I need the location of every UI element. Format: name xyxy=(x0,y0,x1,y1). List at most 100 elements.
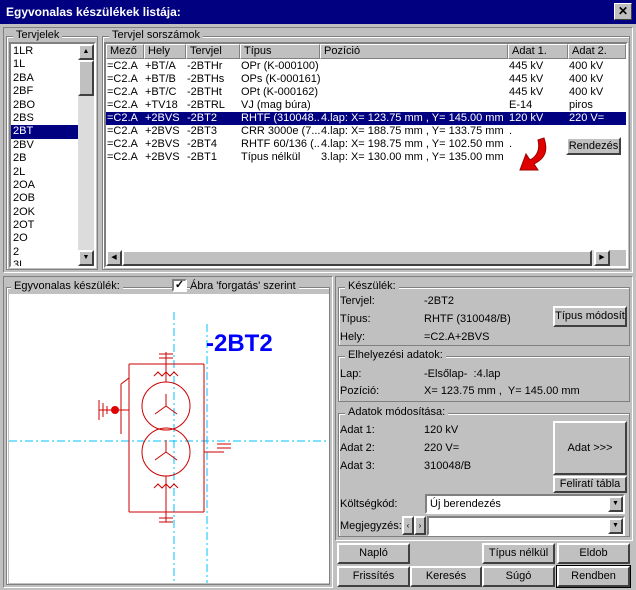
tipus-nelkul-button[interactable]: Típus nélkül xyxy=(482,543,555,564)
sugo-button[interactable]: Súgó xyxy=(482,566,555,587)
table-cell: OPs (K-000161) xyxy=(241,73,320,85)
sorszamok-grid[interactable]: Mező Hely Tervjel Típus Pozíció Adat 1. Adat 2… xyxy=(104,42,628,268)
scroll-left-icon[interactable]: ◀ xyxy=(106,250,122,266)
list-item[interactable]: 2OK xyxy=(11,206,78,219)
list-item[interactable]: 2BF xyxy=(11,85,78,98)
list-item[interactable]: 2BO xyxy=(11,99,78,112)
eldob-button[interactable]: Eldob xyxy=(557,543,630,564)
list-item[interactable]: 3L xyxy=(11,259,78,266)
keszulek-label: Készülék: xyxy=(345,280,399,292)
list-item[interactable]: 2O xyxy=(11,232,78,245)
frissites-button[interactable]: Frissítés xyxy=(337,566,410,587)
table-row[interactable]: =C2.A +2BVS -2BT2 RHTF (310048... 4.lap: X= … xyxy=(106,112,626,125)
chevron-down-icon[interactable]: ▼ xyxy=(608,518,623,534)
rotate-checkbox-label: Ábra 'forgatás' szerint xyxy=(190,280,299,292)
table-cell: 4.lap: X= 188.75 mm , Y= 133.75 mm xyxy=(321,125,504,137)
table-cell: -2BTHr xyxy=(187,60,223,72)
column-header[interactable]: Típus xyxy=(240,44,320,59)
column-header[interactable]: Adat 1. xyxy=(508,44,568,59)
preview-label: Egyvonalas készülék: xyxy=(11,280,123,292)
hscroll-thumb[interactable] xyxy=(122,250,592,266)
list-item[interactable]: 2OT xyxy=(11,219,78,232)
feliratitabla-button[interactable]: Feliratí tábla xyxy=(553,476,627,493)
prev-icon[interactable]: ‹ xyxy=(402,516,414,535)
sort-button[interactable]: Rendezés xyxy=(566,137,621,155)
title-bar: Egyvonalas készülékek listája: ✕ xyxy=(0,0,636,24)
megjegyzes-label: Megjegyzés: xyxy=(340,520,402,532)
list-item[interactable]: 2BS xyxy=(11,112,78,125)
table-cell: 445 kV xyxy=(509,60,544,72)
table-row[interactable]: =C2.A +BT/C -2BTHt OPt (K-000162) 445 kV 400 … xyxy=(106,86,626,99)
pozicio-label: Pozíció: xyxy=(340,385,380,397)
list-item[interactable]: 2BT xyxy=(11,125,78,139)
adat1-value: 120 kV xyxy=(424,424,459,436)
scroll-thumb[interactable] xyxy=(78,60,94,96)
scroll-corner xyxy=(610,250,626,266)
koltsegkod-select[interactable]: Új berendezés ▼ xyxy=(425,494,625,514)
list-item[interactable]: 2BA xyxy=(11,72,78,85)
column-header[interactable]: Hely xyxy=(144,44,186,59)
tipus-label: Típus: xyxy=(340,313,371,325)
table-cell: piros xyxy=(569,99,593,111)
list-item[interactable]: 1LR xyxy=(11,45,78,58)
table-cell: CRR 3000e (7... xyxy=(241,125,320,137)
tervjel-label: Tervjel: xyxy=(340,295,375,307)
koltsegkod-label: Költségkód: xyxy=(340,498,398,510)
symbol-canvas: -2BT2 xyxy=(9,294,329,583)
megjegyzes-select[interactable]: ▼ xyxy=(427,516,625,536)
tipus-modosit-button[interactable]: Típus módosít xyxy=(553,306,627,327)
table-cell: 4.lap: X= 198.75 mm , Y= 102.50 mm xyxy=(321,138,504,150)
window-title: Egyvonalas készülékek listája: xyxy=(6,5,181,19)
kereses-button[interactable]: Keresés xyxy=(410,566,482,587)
table-cell: OPt (K-000162) xyxy=(241,86,319,98)
list-item[interactable]: 2 xyxy=(11,246,78,259)
table-cell: -2BTRL xyxy=(187,99,225,111)
table-cell: 120 kV xyxy=(509,112,544,124)
scroll-down-icon[interactable]: ▼ xyxy=(78,250,94,266)
table-cell: =C2.A xyxy=(107,125,138,137)
table-row[interactable]: =C2.A +BT/B -2BTHs OPs (K-000161) 445 kV 400 … xyxy=(106,73,626,86)
scroll-right-icon[interactable]: ▶ xyxy=(594,250,610,266)
list-item[interactable]: 2BV xyxy=(11,139,78,152)
table-cell: +2BVS xyxy=(145,112,180,124)
table-row[interactable]: =C2.A +BT/A -2BTHr OPr (K-000100) 445 kV 400 … xyxy=(106,60,626,73)
list-item[interactable]: 2L xyxy=(11,166,78,179)
table-cell: 220 V= xyxy=(569,112,605,124)
table-cell: Típus nélkül xyxy=(241,151,301,163)
list-item[interactable]: 2OA xyxy=(11,179,78,192)
hely-label: Hely: xyxy=(340,331,366,343)
table-cell: +BT/A xyxy=(145,60,176,72)
tervjelek-list[interactable]: 1LR 1L 2BA 2BF 2BO 2BS 2BT 2BV 2B 2L 2OA 2OB 2OK 2OT 2… xyxy=(9,42,96,268)
adat3-value: 310048/B xyxy=(424,460,472,472)
elhelyezes-label: Elhelyezési adatok: xyxy=(345,349,446,361)
next-icon[interactable]: › xyxy=(414,516,426,535)
grid-hscrollbar[interactable]: ◀ ▶ xyxy=(106,250,626,266)
close-button[interactable]: ✕ xyxy=(614,3,632,20)
table-cell: OPr (K-000100) xyxy=(241,60,319,72)
naplo-button[interactable]: Napló xyxy=(337,543,410,564)
pozicio-value: X= 123.75 mm , Y= 145.00 mm xyxy=(424,385,580,397)
table-cell: E-14 xyxy=(509,99,533,111)
adatok-label: Adatok módosítása: xyxy=(345,406,449,418)
list-item[interactable]: 2OB xyxy=(11,192,78,205)
table-row[interactable]: =C2.A +TV18 -2BTRL VJ (mag búra) E-14 piros xyxy=(106,99,626,112)
list-item[interactable]: 1L xyxy=(11,58,78,71)
rendben-button[interactable]: Rendben xyxy=(556,565,631,588)
scroll-up-icon[interactable]: ▲ xyxy=(78,44,94,60)
table-cell: =C2.A xyxy=(107,99,138,111)
table-cell: =C2.A xyxy=(107,60,138,72)
table-cell: 4.lap: X= 123.75 mm , Y= 145.00 mm xyxy=(321,112,504,124)
tervjelek-scrollbar[interactable]: ▲ ▼ xyxy=(78,44,94,266)
list-item[interactable]: 2B xyxy=(11,152,78,165)
column-header[interactable]: Mező xyxy=(106,44,144,59)
connection-dot xyxy=(111,406,119,414)
koltsegkod-value: Új berendezés xyxy=(430,498,501,510)
curved-arrow-icon xyxy=(519,137,547,171)
column-header[interactable]: Adat 2. xyxy=(568,44,626,59)
rotate-checkbox[interactable]: ✓ xyxy=(172,279,187,292)
table-cell: -2BT3 xyxy=(187,125,217,137)
chevron-down-icon[interactable]: ▼ xyxy=(608,496,623,512)
column-header[interactable]: Tervjel xyxy=(186,44,240,59)
column-header[interactable]: Pozíció xyxy=(320,44,508,59)
adat-button[interactable]: Adat >>> xyxy=(553,421,627,475)
